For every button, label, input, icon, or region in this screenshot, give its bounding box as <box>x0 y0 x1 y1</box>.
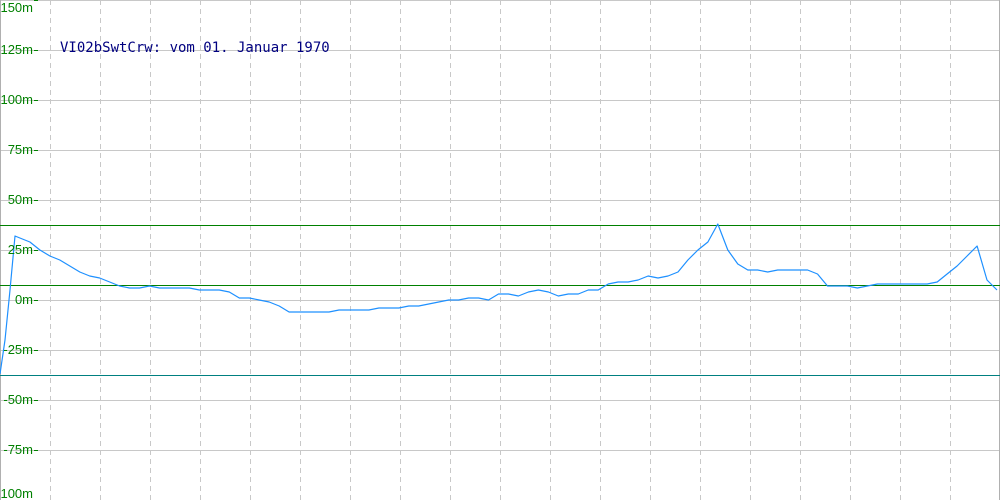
y-tick-label: 125m <box>0 42 33 57</box>
y-tick-label: -100m <box>0 486 33 500</box>
y-tick-label: 50m <box>8 192 33 207</box>
chart-title: VI02bSwtCrw: vom 01. Januar 1970 <box>60 40 330 56</box>
y-tick-label: 150m <box>0 0 33 15</box>
y-tick-label: 75m <box>8 142 33 157</box>
y-tick-label: -50m <box>3 392 33 407</box>
series-line <box>0 223 998 375</box>
y-tick-label: 0m <box>15 292 33 307</box>
y-tick-label: -25m <box>3 342 33 357</box>
line-chart: 150m 125m 100m 75m 50m 25m 0m -25m -50m -75m -100m… <box>0 0 1000 500</box>
chart-root: 150m 125m 100m 75m 50m 25m 0m -25m -50m -75m -100m… <box>0 0 1000 500</box>
y-tick-label: 100m <box>0 92 33 107</box>
y-tick-label: -75m <box>3 442 33 457</box>
series-group <box>0 223 998 375</box>
y-tick-label: 25m <box>8 242 33 257</box>
grid <box>0 0 1000 500</box>
